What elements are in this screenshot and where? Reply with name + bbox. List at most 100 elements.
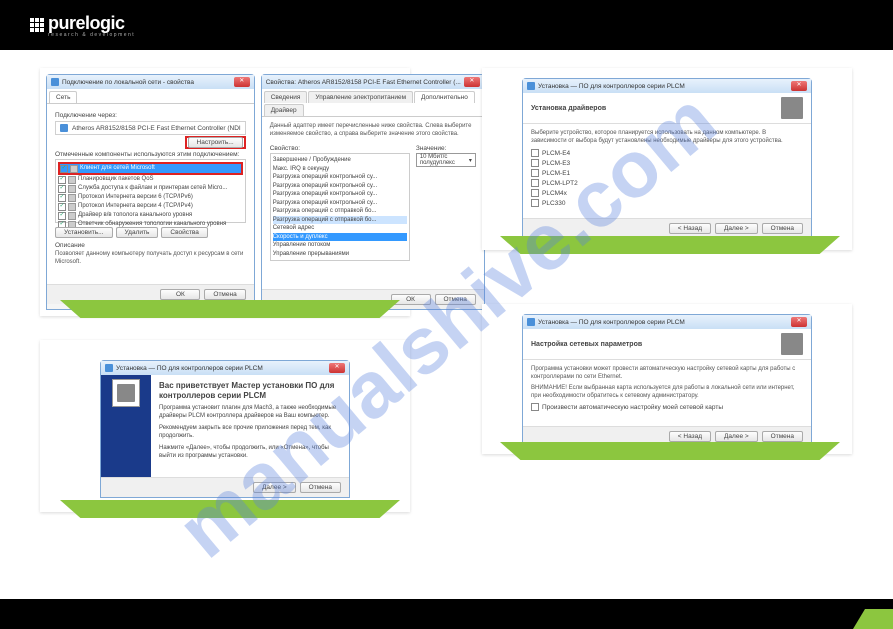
ok-button[interactable]: ОК — [160, 289, 200, 300]
checkbox[interactable] — [531, 199, 539, 207]
adapter-label: Подключение через: — [55, 112, 246, 119]
component-item: Служба доступа к файлам и принтерам сете… — [78, 184, 227, 193]
wizard-p3: Нажмите «Далее», чтобы продолжить, или «… — [159, 444, 341, 460]
checkbox[interactable] — [58, 194, 66, 202]
accent-bar — [60, 300, 400, 318]
checkbox[interactable] — [531, 169, 539, 177]
prop-item[interactable]: Сетевой адрес — [273, 224, 407, 233]
description-label: Описание — [55, 242, 246, 249]
cancel-button[interactable]: Отмена — [762, 223, 803, 234]
tab-details[interactable]: Сведения — [264, 91, 308, 103]
close-icon[interactable]: ✕ — [791, 317, 807, 327]
configure-button[interactable]: Настроить... — [188, 137, 243, 148]
component-item: Протокол Интернета версии 6 (TCP/IPv6) — [78, 193, 193, 202]
uninstall-button[interactable]: Удалить — [116, 227, 159, 238]
titlebar: Установка — ПО для контроллеров серии PL… — [523, 315, 811, 329]
net-p2: ВНИМАНИЕ! Если выбранная карта используе… — [531, 384, 803, 400]
page-content: manualshive.com Подключение по локальной… — [0, 50, 893, 599]
win-installer-welcome: Установка — ПО для контроллеров серии PL… — [100, 360, 350, 498]
checkbox[interactable] — [531, 179, 539, 187]
component-item: Протокол Интернета версии 4 (TCP/IPv4) — [78, 202, 193, 211]
checkbox[interactable] — [58, 203, 66, 211]
value-select[interactable]: 10 Мбит/с полудуплекс — [416, 153, 476, 167]
components-list[interactable]: Клиент для сетей Microsoft Планировщик п… — [55, 159, 246, 223]
tabs: Сведения Управление электропитанием Допо… — [262, 89, 484, 117]
checkbox[interactable] — [58, 176, 66, 184]
net-p1: Программа установки может провести автом… — [531, 365, 803, 381]
component-icon — [70, 165, 78, 173]
titlebar: Установка — ПО для контроллеров серии PL… — [101, 361, 349, 375]
panel-wizard-drivers: Установка — ПО для контроллеров серии PL… — [482, 68, 852, 250]
tab-driver[interactable]: Драйвер — [264, 104, 304, 116]
description-text: Позволяет данному компьютеру получать до… — [55, 250, 246, 266]
prop-item[interactable]: Завершение / Пробуждение — [273, 156, 407, 165]
device-option: PLCM4x — [542, 190, 567, 197]
prop-item-selected[interactable]: Скорость и дуплекс — [273, 233, 407, 242]
logo-grid-icon — [30, 18, 44, 32]
cancel-button[interactable]: Отмена — [204, 289, 245, 300]
prop-item[interactable]: Разгрузка операций с отправкой бо... — [273, 207, 407, 216]
cancel-button[interactable]: Отмена — [762, 431, 803, 442]
back-button[interactable]: < Назад — [669, 223, 711, 234]
cancel-button[interactable]: Отмена — [435, 294, 476, 305]
component-icon — [68, 185, 76, 193]
ok-button[interactable]: ОК — [391, 294, 431, 305]
next-button[interactable]: Далее > — [715, 223, 758, 234]
prop-item[interactable]: Управление прерываниями — [273, 250, 407, 259]
accent-bar — [60, 500, 400, 518]
footer-accent — [853, 609, 893, 629]
property-list[interactable]: Завершение / Пробуждение Макс. IRQ в сек… — [270, 153, 410, 261]
prop-item[interactable]: Разгрузка операций контрольной су... — [273, 182, 407, 191]
value-selected: 10 Мбит/с полудуплекс — [420, 154, 466, 166]
panel-wizard-network: Установка — ПО для контроллеров серии PL… — [482, 304, 852, 454]
checkbox[interactable] — [531, 159, 539, 167]
window-icon — [527, 318, 535, 326]
footer — [0, 599, 893, 629]
prop-item[interactable]: Управление потоком — [273, 241, 407, 250]
component-icon — [68, 212, 76, 220]
window-title: Подключение по локальной сети - свойства — [62, 79, 194, 86]
close-icon[interactable]: ✕ — [791, 81, 807, 91]
next-button[interactable]: Далее > — [253, 482, 296, 493]
window-title: Установка — ПО для контроллеров серии PL… — [116, 365, 263, 372]
prop-item[interactable]: Разгрузка операций контрольной су... — [273, 190, 407, 199]
close-icon[interactable]: ✕ — [234, 77, 250, 87]
prop-item[interactable]: Разгрузка операций контрольной су... — [273, 173, 407, 182]
tab-network[interactable]: Сеть — [49, 91, 77, 103]
checkbox[interactable] — [531, 189, 539, 197]
next-button[interactable]: Далее > — [715, 431, 758, 442]
checkbox[interactable] — [58, 185, 66, 193]
close-icon[interactable]: ✕ — [329, 363, 345, 373]
device-option: PLCM-LPT2 — [542, 180, 578, 187]
installer-icon-box — [112, 379, 140, 407]
window-icon — [51, 78, 59, 86]
checkbox[interactable] — [60, 165, 68, 173]
prop-item[interactable]: Макс. IRQ в секунду — [273, 165, 407, 174]
tab-power[interactable]: Управление электропитанием — [308, 91, 413, 103]
back-button[interactable]: < Назад — [669, 431, 711, 442]
logo-tagline: research & development — [48, 32, 135, 38]
install-button[interactable]: Установить... — [55, 227, 113, 238]
properties-button[interactable]: Свойства — [161, 227, 208, 238]
tab-advanced[interactable]: Дополнительно — [414, 91, 475, 103]
wizard-side-panel — [101, 375, 151, 477]
components-label: Отмеченные компоненты используются этим … — [55, 151, 246, 158]
accent-bar — [500, 442, 840, 460]
device-option: PLCM-E4 — [542, 150, 570, 157]
tabs: Сеть — [47, 89, 254, 104]
adapter-field: Atheros AR8152/8158 PCI-E Fast Ethernet … — [55, 121, 246, 135]
drivers-intro: Выберите устройство, которое планируется… — [531, 129, 803, 145]
close-icon[interactable]: ✕ — [464, 77, 480, 87]
checkbox-auto-config[interactable] — [531, 403, 539, 411]
checkbox[interactable] — [58, 212, 66, 220]
panel-wizard-welcome: Установка — ПО для контроллеров серии PL… — [40, 340, 410, 512]
prop-item[interactable]: Разгрузка операций с отправкой бо... — [273, 216, 407, 225]
panel-network-settings: Подключение по локальной сети - свойства… — [40, 68, 410, 316]
checkbox[interactable] — [531, 149, 539, 157]
component-item: Планировщик пакетов QoS — [78, 175, 154, 184]
win-adapter-properties: Свойства: Atheros AR8152/8158 PCI-E Fast… — [261, 74, 485, 310]
prop-item[interactable]: Разгрузка операций контрольной су... — [273, 199, 407, 208]
win-lan-properties: Подключение по локальной сети - свойства… — [46, 74, 255, 310]
window-title: Установка — ПО для контроллеров серии PL… — [538, 83, 685, 90]
cancel-button[interactable]: Отмена — [300, 482, 341, 493]
